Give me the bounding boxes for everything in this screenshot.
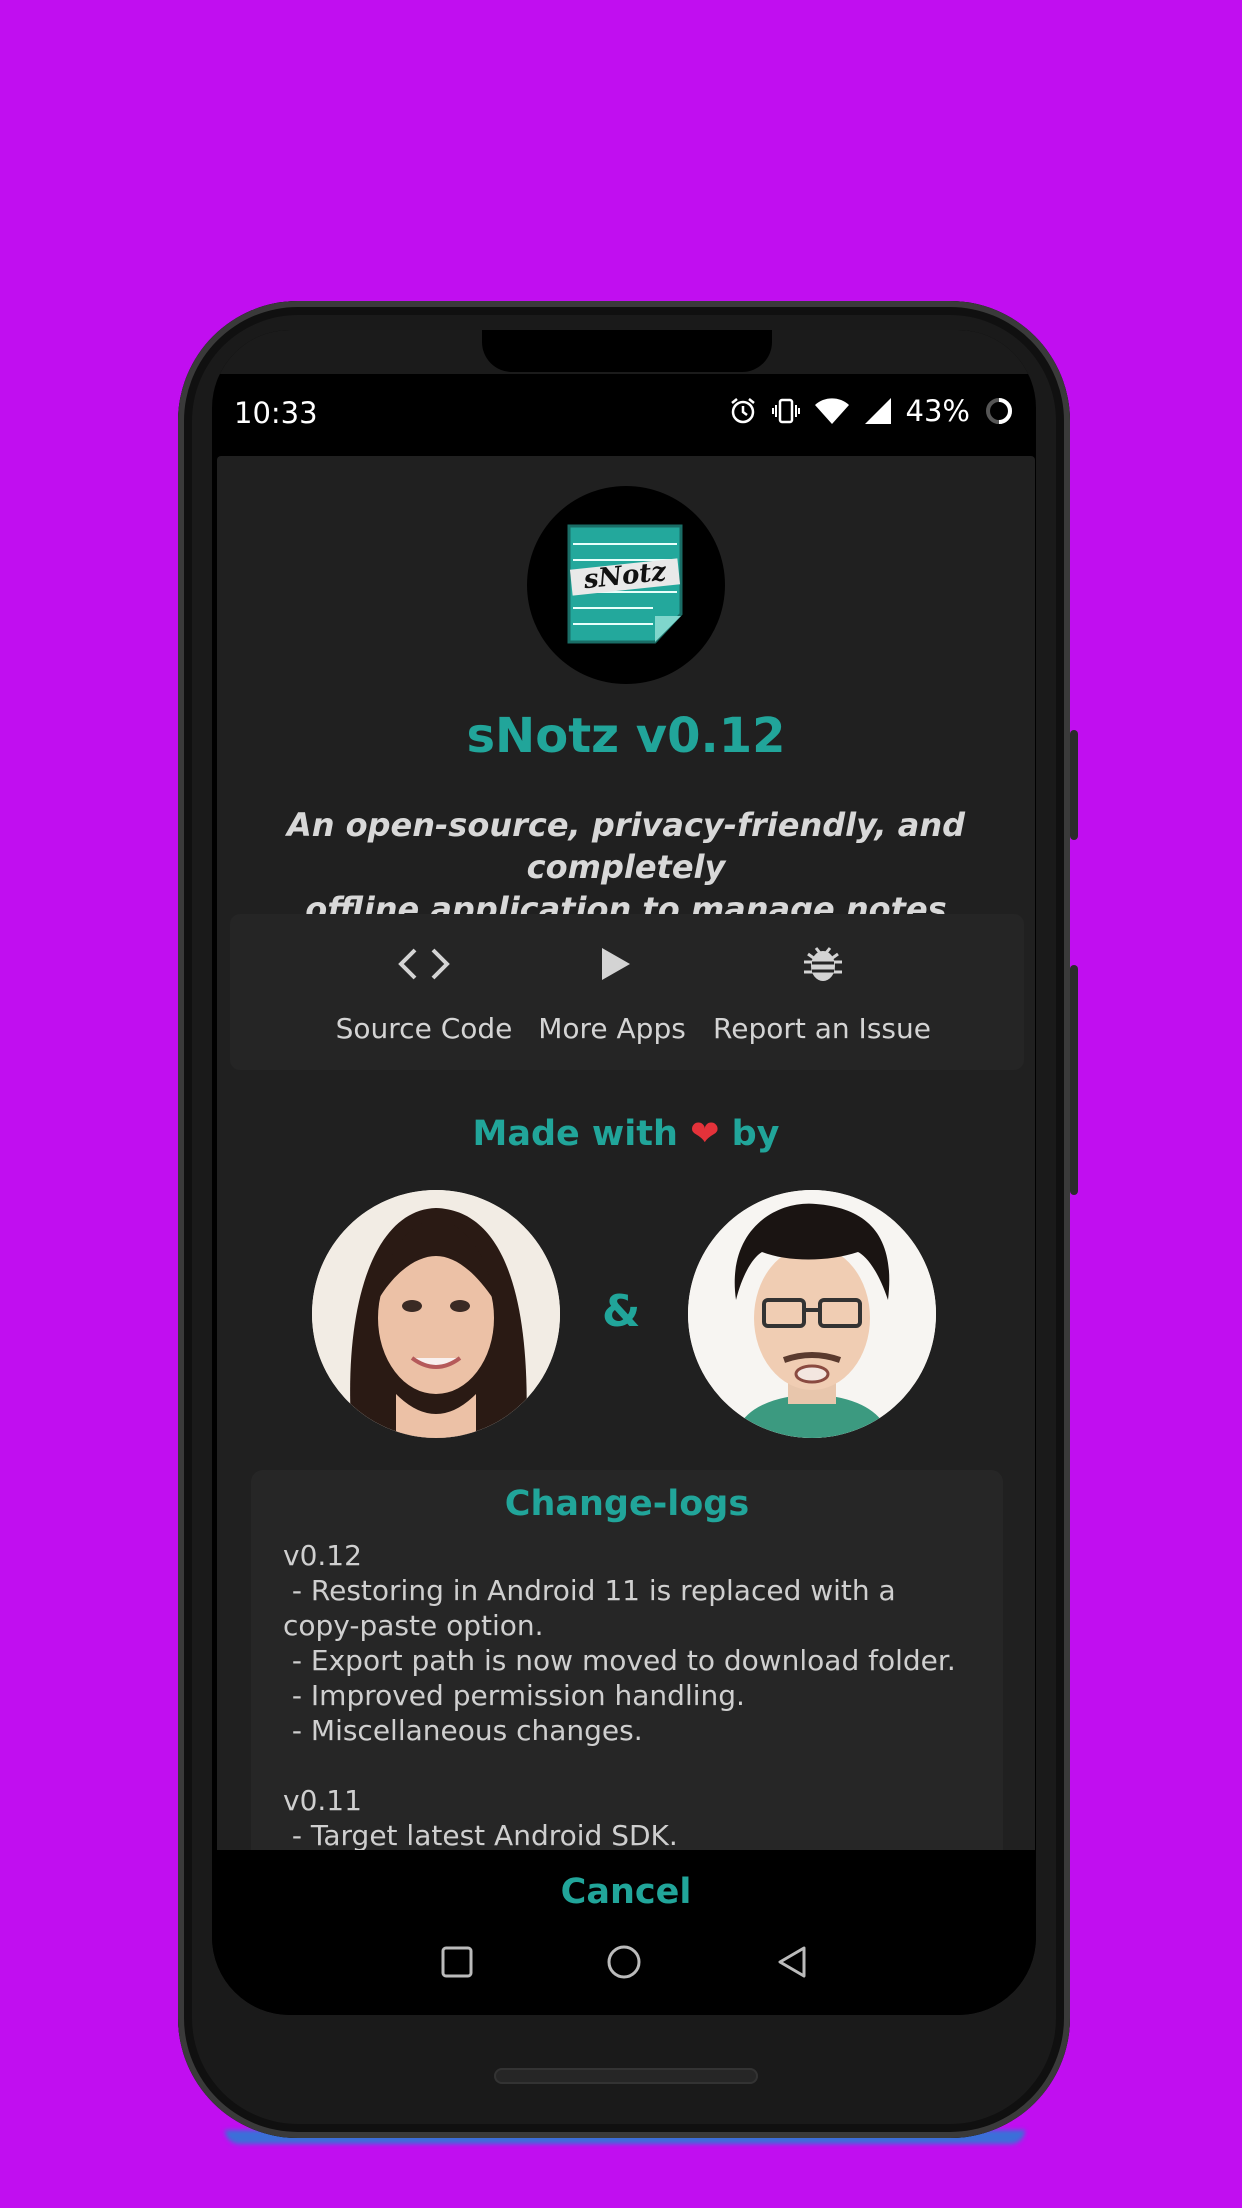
square-icon [441, 1946, 473, 1978]
power-button [1070, 965, 1078, 1195]
app-logo: sNotz [527, 486, 725, 684]
volume-button [1070, 730, 1078, 840]
bottom-speaker [494, 2068, 758, 2084]
more-apps-link[interactable]: More Apps [538, 914, 686, 1070]
vibrate-icon [771, 396, 800, 426]
phone-screen: 10:33 43% sNotz sNotz v0.12 An open-sour… [212, 330, 1036, 2015]
navigation-bar [212, 1930, 1036, 2015]
ampersand: & [602, 1286, 641, 1337]
changelog-card[interactable]: Change-logs v0.12 - Restoring in Android… [251, 1470, 1003, 1851]
report-issue-link[interactable]: Report an Issue [713, 914, 931, 1070]
back-triangle-icon [778, 1946, 806, 1978]
about-dialog: sNotz sNotz v0.12 An open-source, privac… [217, 456, 1035, 1851]
status-time: 10:33 [234, 396, 318, 430]
made-with-heading: Made with ❤ by [217, 1114, 1035, 1154]
status-bar: 10:33 43% [212, 370, 1036, 460]
avatar-developer-1[interactable] [312, 1190, 560, 1438]
play-icon [602, 948, 630, 980]
made-with-suffix: by [731, 1114, 780, 1154]
bug-icon [804, 947, 842, 981]
heart-icon: ❤ [690, 1114, 720, 1154]
status-icons: 43% [728, 394, 1014, 428]
code-icon [398, 948, 450, 980]
changelog-title: Change-logs [504, 1484, 750, 1524]
app-title: sNotz v0.12 [466, 708, 786, 764]
back-button[interactable] [774, 1944, 810, 1984]
alarm-icon [728, 396, 758, 426]
more-apps-label: More Apps [538, 1012, 686, 1045]
description-line-1: An open-source, privacy-friendly, and co… [286, 806, 966, 886]
source-code-link[interactable]: Source Code [336, 914, 512, 1070]
cancel-button[interactable]: Cancel [217, 1872, 1035, 1912]
battery-icon [984, 396, 1014, 426]
dialog-button-bar: Cancel [217, 1850, 1035, 1930]
report-issue-label: Report an Issue [713, 1012, 931, 1045]
circle-icon [607, 1945, 641, 1979]
app-description: An open-source, privacy-friendly, and co… [232, 804, 1020, 930]
note-logo-icon: sNotz [567, 524, 683, 644]
notch-bar [212, 330, 1036, 374]
recents-button[interactable] [439, 1944, 475, 1984]
made-with-prefix: Made with [472, 1114, 678, 1154]
avatar-developer-2[interactable] [688, 1190, 936, 1438]
wifi-icon [814, 397, 850, 425]
signal-icon [864, 397, 892, 425]
home-button[interactable] [606, 1944, 642, 1984]
changelog-text: v0.12 - Restoring in Android 11 is repla… [283, 1539, 956, 1851]
battery-percent: 43% [905, 394, 970, 428]
links-card: Source Code More Apps Report an Issue [230, 914, 1024, 1070]
source-code-label: Source Code [335, 1012, 513, 1045]
